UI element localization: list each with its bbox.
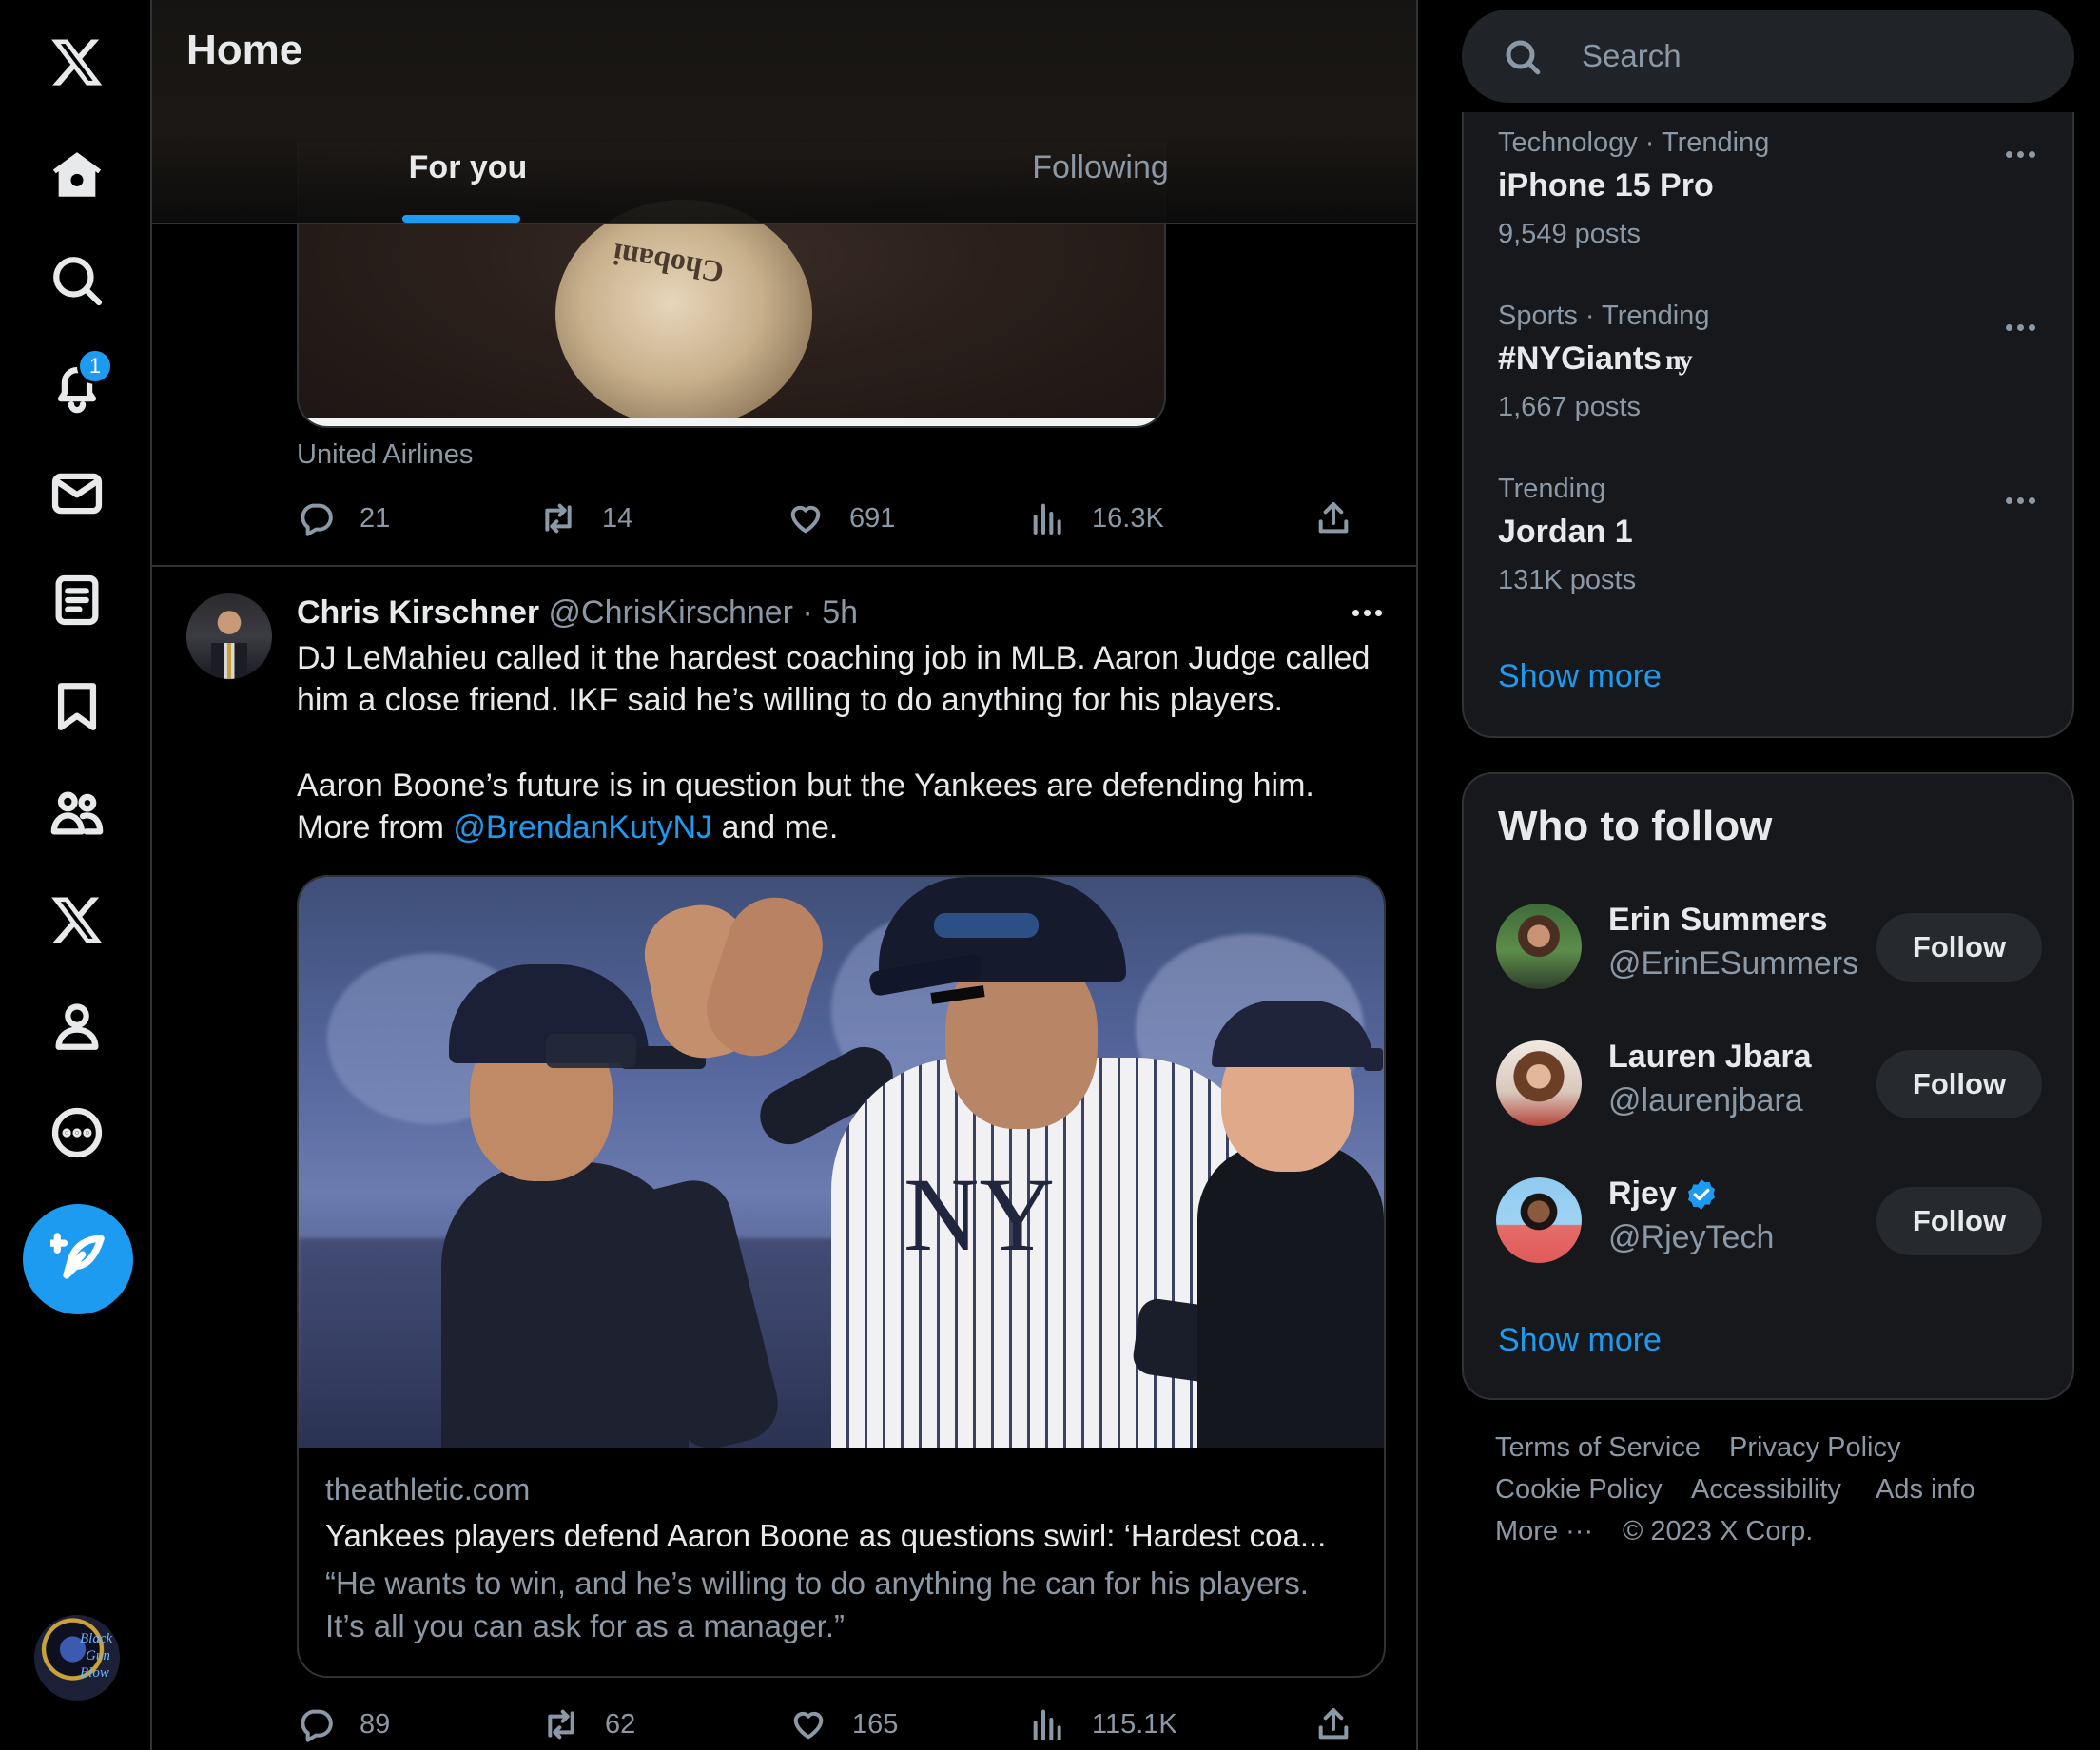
trend-more-options-icon[interactable] xyxy=(1996,481,2044,519)
home-icon[interactable] xyxy=(38,137,116,215)
more-icon[interactable] xyxy=(38,1094,116,1172)
privacy-link[interactable]: Privacy Policy xyxy=(1729,1432,1901,1464)
x-logo-icon[interactable] xyxy=(38,23,116,101)
tweet-actions: 21 14 691 16.3K xyxy=(297,495,1367,542)
reply-icon xyxy=(301,1709,333,1742)
repost-icon xyxy=(548,1709,574,1740)
ads-info-link[interactable]: Ads info xyxy=(1876,1474,1975,1506)
who-to-follow-title: Who to follow xyxy=(1498,803,1773,849)
repost-button[interactable]: 62 xyxy=(542,1701,635,1748)
accessibility-link[interactable]: Accessibility xyxy=(1691,1474,1841,1506)
page-title: Home xyxy=(186,27,303,73)
trend-more-options-icon[interactable] xyxy=(1996,308,2044,346)
profile-icon[interactable] xyxy=(38,987,116,1065)
follow-button[interactable]: Follow xyxy=(1876,1187,2042,1255)
who-to-follow-panel: Who to follow Erin Summers @ErinESummers… xyxy=(1462,772,2074,1400)
tweet-text-line: DJ LeMahieu called it the hardest coachi… xyxy=(297,640,1371,676)
compose-post-button[interactable] xyxy=(23,1204,133,1314)
user-handle[interactable]: @ErinESummers xyxy=(1608,945,1858,982)
messages-icon[interactable] xyxy=(38,455,116,533)
search-input[interactable] xyxy=(1582,30,2038,82)
trend-more-options-icon[interactable] xyxy=(1996,135,2044,173)
tab-following[interactable]: Following xyxy=(785,112,1416,224)
terms-link[interactable]: Terms of Service xyxy=(1495,1432,1701,1464)
more-options-icon[interactable] xyxy=(1343,593,1390,632)
cookie-policy-link[interactable]: Cookie Policy xyxy=(1495,1474,1662,1506)
like-button[interactable]: 691 xyxy=(787,495,895,542)
mention-link[interactable]: @BrendanKutyNJ xyxy=(453,809,712,846)
verified-badge-icon xyxy=(1687,1178,1715,1210)
search-icon xyxy=(1506,40,1541,75)
tweet-source-label[interactable]: United Airlines xyxy=(297,439,473,471)
user-name[interactable]: Rjey xyxy=(1608,1176,1719,1213)
tweet-divider xyxy=(152,565,1416,567)
views-chart-icon xyxy=(1033,1709,1061,1740)
search-bar[interactable] xyxy=(1462,10,2074,103)
link-card-domain: theathletic.com xyxy=(325,1472,531,1507)
communities-icon[interactable] xyxy=(38,774,116,852)
tweet-text-line: More from @BrendanKutyNJ and me. xyxy=(297,809,839,846)
share-button[interactable] xyxy=(1314,495,1352,542)
copyright-text: © 2023 X Corp. xyxy=(1623,1516,1814,1546)
link-card[interactable]: NY theathletic.com Yankees players defen… xyxy=(297,875,1386,1678)
heart-icon xyxy=(793,1711,824,1740)
notification-count-badge: 1 xyxy=(77,348,113,384)
share-button[interactable] xyxy=(1314,1701,1352,1748)
video-progress-bar[interactable] xyxy=(299,418,1164,426)
primary-nav: 1 Black Gun Blow xyxy=(0,0,150,1750)
heart-icon xyxy=(790,505,821,534)
reply-button[interactable]: 21 xyxy=(297,495,390,542)
trends-show-more-link[interactable]: Show more xyxy=(1498,658,1662,695)
reply-icon xyxy=(301,503,333,536)
tweet-header: Chris Kirschner @ChrisKirschner · 5h xyxy=(297,592,858,633)
footer-more-link[interactable]: More ··· xyxy=(1495,1516,1593,1547)
user-avatar[interactable] xyxy=(1496,1177,1582,1263)
link-card-description: “He wants to win, and he’s willing to do… xyxy=(325,1565,1309,1601)
user-name[interactable]: Lauren Jbara xyxy=(1608,1039,1812,1076)
home-header: Home For you Following xyxy=(152,0,1416,224)
tweet-actions: 89 62 165 115.1K xyxy=(297,1701,1367,1748)
explore-icon[interactable] xyxy=(38,242,116,320)
share-icon xyxy=(1318,502,1349,534)
user-handle[interactable]: @laurenjbara xyxy=(1608,1082,1803,1119)
repost-icon xyxy=(545,503,572,534)
who-to-follow-show-more-link[interactable]: Show more xyxy=(1498,1322,1662,1359)
tweet-timestamp[interactable]: 5h xyxy=(822,594,858,631)
active-tab-indicator xyxy=(402,215,520,223)
timeline: Chobani United Airlines 21 14 691 16.3K … xyxy=(150,0,1418,1750)
feather-plus-icon xyxy=(50,1233,105,1279)
like-button[interactable]: 165 xyxy=(789,1701,898,1748)
premium-icon[interactable] xyxy=(38,881,116,959)
link-card-description: It’s all you can ask for as a manager.” xyxy=(325,1608,845,1643)
link-card-title: Yankees players defend Aaron Boone as qu… xyxy=(325,1518,1327,1553)
link-card-image: NY xyxy=(299,877,1384,1448)
giants-hashflag-icon: ny xyxy=(1664,344,1693,376)
user-avatar[interactable] xyxy=(1496,1040,1582,1126)
user-handle[interactable]: @RjeyTech xyxy=(1608,1219,1774,1256)
follow-button[interactable]: Follow xyxy=(1876,1050,2042,1118)
yogurt-cup-image: Chobani xyxy=(555,200,812,426)
lists-icon[interactable] xyxy=(38,561,116,639)
share-icon xyxy=(1318,1708,1349,1740)
views-button[interactable]: 115.1K xyxy=(1029,1701,1177,1748)
tweet-text-line: Aaron Boone’s future is in question but … xyxy=(297,768,1314,804)
author-name[interactable]: Chris Kirschner xyxy=(297,594,539,631)
views-chart-icon xyxy=(1033,503,1061,535)
author-handle[interactable]: @ChrisKirschner xyxy=(549,594,793,631)
follow-button[interactable]: Follow xyxy=(1876,913,2042,982)
bookmarks-icon[interactable] xyxy=(38,668,116,746)
separator-dot: · xyxy=(802,594,813,631)
views-button[interactable]: 16.3K xyxy=(1029,495,1164,542)
repost-button[interactable]: 14 xyxy=(539,495,632,542)
account-avatar[interactable]: Black Gun Blow xyxy=(34,1615,120,1701)
tweet-text-line: him a close friend. IKF said he’s willin… xyxy=(297,682,1283,718)
reply-button[interactable]: 89 xyxy=(297,1701,390,1748)
author-avatar[interactable] xyxy=(186,593,272,679)
trends-panel: Technology · Trending iPhone 15 Pro 9,54… xyxy=(1462,112,2074,738)
tab-for-you[interactable]: For you xyxy=(152,112,784,224)
user-name[interactable]: Erin Summers xyxy=(1608,902,1828,939)
user-avatar[interactable] xyxy=(1496,904,1582,989)
